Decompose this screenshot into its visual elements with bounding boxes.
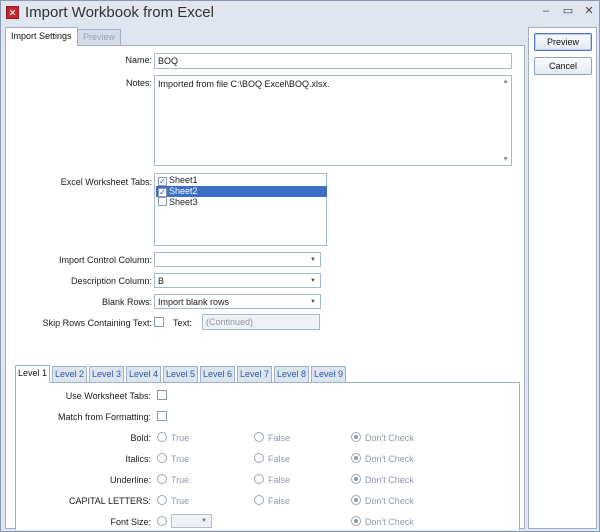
bold-dont-check-radio[interactable] (351, 432, 361, 442)
import-control-combo[interactable]: ▼ (154, 252, 321, 267)
skip-rows-label: Skip Rows Containing Text: (42, 318, 152, 328)
tab-level-4[interactable]: Level 4 (126, 366, 161, 382)
close-icon[interactable]: ✕ (579, 3, 599, 19)
capital-false-radio[interactable] (254, 495, 264, 505)
window-title: Import Workbook from Excel (25, 4, 214, 21)
tab-level-1[interactable]: Level 1 (15, 365, 50, 383)
italics-label: Italics: (125, 454, 151, 464)
font-size-combo[interactable]: ▼ (171, 514, 212, 528)
side-panel: Preview Cancel (528, 27, 597, 529)
import-workbook-dialog: Import Workbook from Excel – ▭ ✕ Import … (0, 0, 600, 532)
preview-button[interactable]: Preview (534, 33, 592, 51)
tab-level-2[interactable]: Level 2 (52, 366, 87, 382)
match-formatting-checkbox[interactable] (157, 411, 167, 421)
checkbox-checked-icon[interactable]: ✓ (158, 188, 167, 197)
scroll-up-icon[interactable]: ▲ (502, 78, 509, 85)
scroll-down-icon[interactable]: ▼ (502, 156, 509, 163)
blank-rows-combo[interactable]: Import blank rows ▼ (154, 294, 321, 309)
chevron-down-icon[interactable]: ▼ (310, 257, 316, 263)
bold-dont-check-label: Don't Check (365, 433, 414, 443)
chevron-down-icon[interactable]: ▼ (201, 518, 207, 524)
worksheet-item[interactable]: Sheet3 (156, 197, 327, 208)
tab-level-8[interactable]: Level 8 (274, 366, 309, 382)
capital-letters-label: CAPITAL LETTERS: (68, 496, 151, 506)
underline-true-radio[interactable] (157, 474, 167, 484)
maximize-icon[interactable]: ▭ (558, 3, 578, 19)
tab-level-6[interactable]: Level 6 (200, 366, 235, 382)
bold-true-radio[interactable] (157, 432, 167, 442)
worksheet-tabs-label: Excel Worksheet Tabs: (60, 177, 152, 187)
name-label: Name: (125, 55, 152, 65)
app-logo-icon (6, 6, 19, 19)
bold-false-radio[interactable] (254, 432, 264, 442)
skip-rows-checkbox[interactable] (154, 317, 164, 327)
tab-level-5[interactable]: Level 5 (163, 366, 198, 382)
bold-label: Bold: (130, 433, 151, 443)
capital-dont-check-radio[interactable] (351, 495, 361, 505)
description-column-combo[interactable]: B ▼ (154, 273, 321, 288)
font-size-dont-check-label: Don't Check (365, 517, 414, 527)
italics-false-radio[interactable] (254, 453, 264, 463)
notes-label: Notes: (125, 78, 152, 88)
level-tabs: Level 1 Level 2 Level 3 Level 4 Level 5 … (15, 365, 520, 383)
worksheet-item-selected[interactable]: ✓ Sheet2 (156, 186, 327, 197)
main-panel: Import Settings Preview Name: BOQ Notes:… (5, 27, 525, 530)
font-size-dont-check-radio[interactable] (351, 516, 361, 526)
blank-rows-label: Blank Rows: (101, 297, 152, 307)
italics-dont-check-label: Don't Check (365, 454, 414, 464)
font-size-label: Font Size: (110, 517, 151, 527)
import-settings-page: Name: BOQ Notes: Imported from file C:\B… (5, 45, 525, 530)
chevron-down-icon[interactable]: ▼ (310, 278, 316, 284)
notes-textarea[interactable]: Imported from file C:\BOQ Excel\BOQ.xlsx… (154, 75, 512, 166)
worksheet-tabs-list[interactable]: ✓ Sheet1 ✓ Sheet2 Sheet3 (154, 173, 327, 246)
capital-false-label: False (268, 496, 291, 506)
underline-false-radio[interactable] (254, 474, 264, 484)
import-control-label: Import Control Column: (58, 255, 152, 265)
tab-level-3[interactable]: Level 3 (89, 366, 124, 382)
use-worksheet-tabs-checkbox[interactable] (157, 390, 167, 400)
underline-true-label: True (171, 475, 190, 485)
name-input[interactable]: BOQ (154, 53, 512, 69)
chevron-down-icon[interactable]: ▼ (310, 299, 316, 305)
worksheet-item[interactable]: ✓ Sheet1 (156, 175, 327, 186)
cancel-button[interactable]: Cancel (534, 57, 592, 75)
match-formatting-label: Match from Formatting: (57, 412, 151, 422)
tab-level-7[interactable]: Level 7 (237, 366, 272, 382)
italics-false-label: False (268, 454, 291, 464)
description-column-label: Description Column: (70, 276, 152, 286)
use-worksheet-tabs-label: Use Worksheet Tabs: (65, 391, 151, 401)
capital-true-radio[interactable] (157, 495, 167, 505)
capital-true-label: True (171, 496, 190, 506)
tab-preview[interactable]: Preview (77, 29, 122, 45)
italics-dont-check-radio[interactable] (351, 453, 361, 463)
italics-true-radio[interactable] (157, 453, 167, 463)
checkbox-unchecked-icon[interactable] (158, 197, 167, 206)
bold-true-label: True (171, 433, 190, 443)
italics-true-label: True (171, 454, 190, 464)
capital-dont-check-label: Don't Check (365, 496, 414, 506)
font-size-radio[interactable] (157, 516, 167, 526)
underline-label: Underline: (109, 475, 151, 485)
bold-false-label: False (268, 433, 291, 443)
underline-false-label: False (268, 475, 291, 485)
text-label: Text: (173, 318, 193, 328)
title-bar[interactable]: Import Workbook from Excel – ▭ ✕ (1, 1, 599, 25)
minimize-icon[interactable]: – (536, 3, 556, 19)
underline-dont-check-radio[interactable] (351, 474, 361, 484)
notes-text: Imported from file C:\BOQ Excel\BOQ.xlsx… (158, 79, 330, 89)
skip-text-input[interactable]: (Continued) (202, 314, 320, 330)
tab-import-settings[interactable]: Import Settings (5, 27, 78, 46)
underline-dont-check-label: Don't Check (365, 475, 414, 485)
level-1-page: Use Worksheet Tabs: Match from Formattin… (15, 382, 520, 530)
checkbox-checked-icon[interactable]: ✓ (158, 177, 167, 186)
tab-level-9[interactable]: Level 9 (311, 366, 346, 382)
